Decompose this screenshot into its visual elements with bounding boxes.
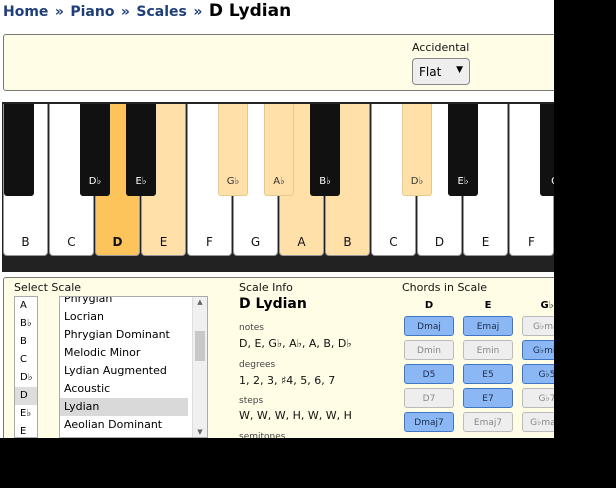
- chord-button[interactable]: G♭min: [522, 340, 554, 360]
- chord-column-root: D: [424, 300, 434, 311]
- key-label: C: [389, 235, 398, 249]
- breadcrumb-home-link[interactable]: Home: [3, 4, 48, 20]
- black-key[interactable]: G: [540, 104, 554, 196]
- chord-button[interactable]: Emaj: [463, 316, 513, 336]
- key-label: G: [540, 176, 554, 187]
- key-label: F: [206, 235, 213, 249]
- key-label: D: [434, 235, 445, 249]
- root-option[interactable]: D: [15, 387, 37, 405]
- scale-info-title: D Lydian: [239, 296, 307, 312]
- chord-button[interactable]: G♭maj7: [522, 412, 554, 432]
- scale-panel: Select Scale AB♭BCD♭DE♭E AlteredAeolian …: [3, 277, 554, 438]
- scale-info-heading: Scale Info: [239, 281, 293, 294]
- key-label: B: [343, 235, 352, 249]
- key-label: G: [250, 235, 261, 249]
- breadcrumb-scales-link[interactable]: Scales: [136, 4, 186, 20]
- scale-option[interactable]: Lydian Augmented: [60, 362, 188, 380]
- chord-button[interactable]: Dmin: [404, 340, 454, 360]
- black-key[interactable]: E♭: [448, 104, 478, 196]
- chord-column-root: E: [484, 300, 492, 311]
- chord-button[interactable]: D7: [404, 388, 454, 408]
- black-key[interactable]: [4, 104, 34, 196]
- chords-heading: Chords in Scale: [402, 281, 488, 294]
- scale-option[interactable]: Lydian: [60, 398, 188, 416]
- key-label: E: [159, 235, 168, 249]
- key-label: B: [21, 235, 30, 249]
- scrollbar-thumb[interactable]: [195, 331, 205, 361]
- key-label: D♭: [410, 176, 424, 187]
- scale-option[interactable]: Locrian: [60, 308, 188, 326]
- steps-label: steps: [239, 396, 264, 406]
- breadcrumb-separator: »: [120, 4, 130, 20]
- notes-label: notes: [239, 323, 264, 333]
- breadcrumb: Home » Piano » Scales » D Lydian: [3, 0, 291, 22]
- scale-option[interactable]: Altered: [60, 434, 188, 437]
- scale-option[interactable]: Melodic Minor: [60, 344, 188, 362]
- chord-button[interactable]: Emaj7: [463, 412, 513, 432]
- degrees-value: 1, 2, 3, ♯4, 5, 6, 7: [239, 374, 336, 387]
- key-label: A♭: [273, 176, 285, 187]
- accidental-label: Accidental: [412, 41, 470, 54]
- controls-panel: Accidental Flat ▼: [3, 34, 554, 91]
- key-label: F: [528, 235, 535, 249]
- scale-option[interactable]: Acoustic: [60, 380, 188, 398]
- chord-button[interactable]: E5: [463, 364, 513, 384]
- chevron-down-icon: ▼: [456, 65, 463, 75]
- root-option[interactable]: B♭: [15, 315, 37, 333]
- black-key[interactable]: B♭: [310, 104, 340, 196]
- chord-button[interactable]: G♭5: [522, 364, 554, 384]
- scale-type-list[interactable]: AlteredAeolian DominantLydianAcousticLyd…: [59, 296, 208, 438]
- black-key[interactable]: D♭: [80, 104, 110, 196]
- page: Home » Piano » Scales » D Lydian Acciden…: [0, 0, 554, 438]
- scale-option[interactable]: Phrygian Dominant: [60, 326, 188, 344]
- key-label: D♭: [88, 176, 102, 187]
- black-key[interactable]: G♭: [218, 104, 248, 196]
- root-option[interactable]: D♭: [15, 369, 37, 387]
- key-label: E♭: [135, 176, 147, 187]
- key-label: E♭: [457, 176, 469, 187]
- black-key[interactable]: E♭: [126, 104, 156, 196]
- page-title: D Lydian: [208, 1, 292, 21]
- chord-button[interactable]: Dmaj: [404, 316, 454, 336]
- chord-column-root: G♭: [540, 300, 554, 311]
- key-label: C: [67, 235, 76, 249]
- chord-button[interactable]: Emin: [463, 340, 513, 360]
- key-label: A: [297, 235, 306, 249]
- key-label: D: [112, 235, 123, 249]
- scroll-up-icon[interactable]: ▲: [193, 298, 207, 306]
- accidental-value: Flat: [419, 64, 442, 79]
- root-option[interactable]: A: [15, 297, 37, 315]
- breadcrumb-separator: »: [193, 4, 203, 20]
- chord-button[interactable]: G♭maj: [522, 316, 554, 336]
- scale-option[interactable]: Aeolian Dominant: [60, 416, 188, 434]
- chord-button[interactable]: D5: [404, 364, 454, 384]
- accidental-select[interactable]: Flat ▼: [412, 58, 470, 85]
- root-option[interactable]: E♭: [15, 405, 37, 423]
- chord-button[interactable]: E7: [463, 388, 513, 408]
- root-option[interactable]: B: [15, 333, 37, 351]
- scroll-down-icon[interactable]: ▼: [193, 428, 207, 436]
- scrollbar[interactable]: ▲ ▼: [192, 297, 207, 437]
- notes-value: D, E, G♭, A♭, A, B, D♭: [239, 337, 352, 350]
- key-label: G♭: [226, 176, 240, 187]
- chord-button[interactable]: G♭7: [522, 388, 554, 408]
- root-option[interactable]: C: [15, 351, 37, 369]
- scale-option[interactable]: Phrygian: [60, 297, 188, 308]
- chord-button[interactable]: Dmaj7: [404, 412, 454, 432]
- breadcrumb-piano-link[interactable]: Piano: [70, 4, 114, 20]
- semitones-label: semitones: [239, 432, 286, 438]
- degrees-label: degrees: [239, 360, 276, 370]
- black-key[interactable]: A♭: [264, 104, 294, 196]
- key-label: E: [481, 235, 490, 249]
- root-note-list[interactable]: A B♭ B C D♭ D E♭ E: [14, 296, 38, 438]
- steps-value: W, W, W, H, W, W, H: [239, 409, 352, 422]
- select-scale-heading: Select Scale: [14, 281, 82, 294]
- breadcrumb-separator: »: [54, 4, 64, 20]
- piano-keyboard: B C D E F G A B C D E F D♭ E♭ G♭ A♭ B♭ D♭ E♭ G: [2, 102, 554, 272]
- key-label: B♭: [319, 176, 331, 187]
- root-option[interactable]: E: [15, 423, 37, 437]
- black-key[interactable]: D♭: [402, 104, 432, 196]
